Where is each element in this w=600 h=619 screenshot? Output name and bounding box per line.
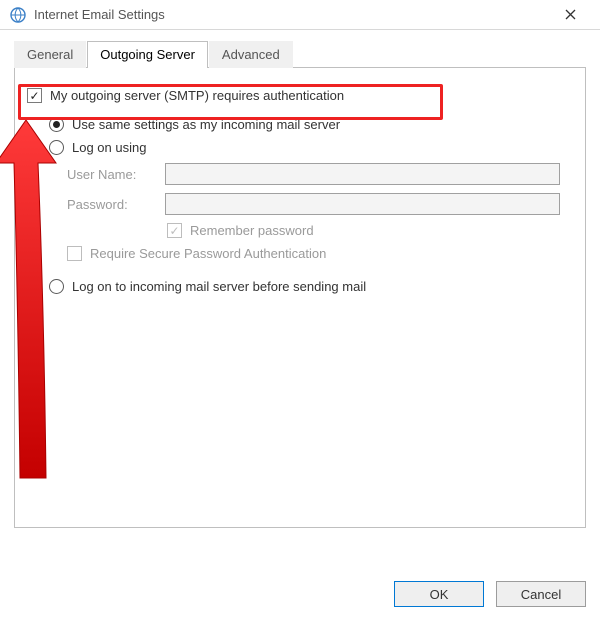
log-on-using-label: Log on using <box>72 140 146 155</box>
app-icon <box>10 7 26 23</box>
tab-advanced[interactable]: Advanced <box>209 41 293 68</box>
titlebar: Internet Email Settings <box>0 0 600 30</box>
password-field[interactable] <box>165 193 560 215</box>
row-log-on-using: Log on using <box>49 140 573 155</box>
log-on-incoming-radio[interactable] <box>49 279 64 294</box>
cancel-button[interactable]: Cancel <box>496 581 586 607</box>
row-require-spa: Require Secure Password Authentication <box>67 246 573 261</box>
dialog-content: General Outgoing Server Advanced My outg… <box>0 30 600 619</box>
tab-strip: General Outgoing Server Advanced <box>14 40 586 68</box>
requires-auth-label: My outgoing server (SMTP) requires authe… <box>50 88 344 103</box>
username-label: User Name: <box>67 167 155 182</box>
require-spa-label: Require Secure Password Authentication <box>90 246 326 261</box>
tab-general[interactable]: General <box>14 41 86 68</box>
username-field[interactable] <box>165 163 560 185</box>
password-label: Password: <box>67 197 155 212</box>
tab-outgoing-server[interactable]: Outgoing Server <box>87 41 208 68</box>
log-on-incoming-label: Log on to incoming mail server before se… <box>72 279 366 294</box>
log-on-using-radio[interactable] <box>49 140 64 155</box>
row-use-same: Use same settings as my incoming mail se… <box>49 117 573 132</box>
close-button[interactable] <box>550 1 590 29</box>
window-title: Internet Email Settings <box>34 7 550 22</box>
close-icon <box>565 9 576 20</box>
row-username: User Name: <box>67 163 573 185</box>
row-log-on-incoming: Log on to incoming mail server before se… <box>49 279 573 294</box>
remember-password-label: Remember password <box>190 223 314 238</box>
remember-password-checkbox[interactable] <box>167 223 182 238</box>
use-same-label: Use same settings as my incoming mail se… <box>72 117 340 132</box>
use-same-radio[interactable] <box>49 117 64 132</box>
row-requires-auth: My outgoing server (SMTP) requires authe… <box>27 82 573 109</box>
row-remember-password: Remember password <box>167 223 573 238</box>
tab-panel-outgoing: My outgoing server (SMTP) requires authe… <box>14 68 586 528</box>
require-spa-checkbox[interactable] <box>67 246 82 261</box>
button-bar: OK Cancel <box>394 581 586 607</box>
requires-auth-checkbox[interactable] <box>27 88 42 103</box>
ok-button[interactable]: OK <box>394 581 484 607</box>
row-password: Password: <box>67 193 573 215</box>
